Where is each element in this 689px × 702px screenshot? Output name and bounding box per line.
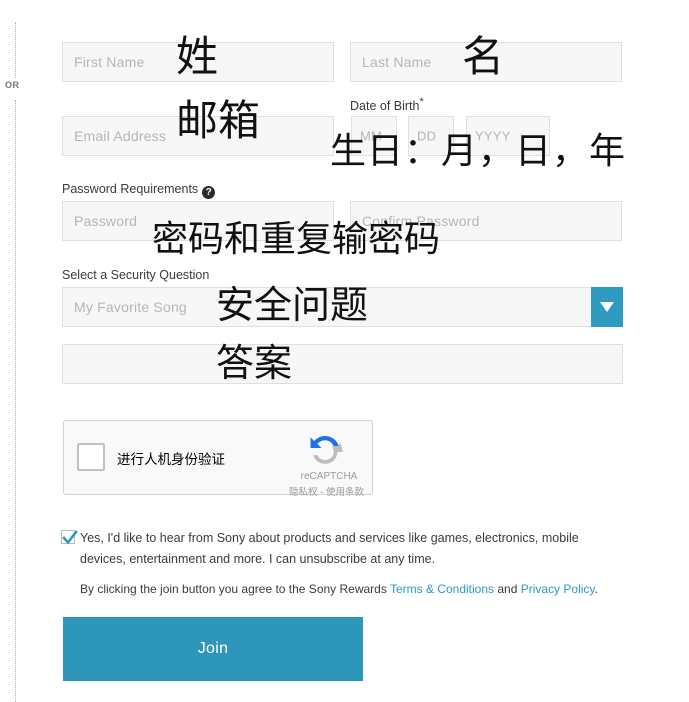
annotation-security-question: 安全问题 (216, 283, 369, 327)
first-name-placeholder: First Name (74, 54, 145, 70)
security-answer-input[interactable] (62, 344, 623, 384)
annotation-email: 邮箱 (176, 96, 261, 145)
password-requirements-label-text: Password Requirements (62, 182, 199, 196)
divider-line-top (15, 22, 16, 78)
recaptcha-checkbox[interactable] (77, 443, 105, 471)
email-placeholder: Email Address (74, 128, 167, 144)
date-of-birth-label-text: Date of Birth (350, 99, 420, 114)
join-button[interactable]: Join (63, 617, 363, 681)
terms-prefix: By clicking the join button you agree to… (80, 582, 390, 596)
recaptcha-legal-links[interactable]: 隐私权 - 使用条款 (259, 484, 364, 498)
date-of-birth-label: Date of Birth* (350, 96, 424, 113)
recaptcha-label: 进行人机身份验证 (117, 452, 225, 467)
help-icon[interactable]: ? (202, 186, 216, 199)
recaptcha-widget[interactable]: 进行人机身份验证 reCAPTCHA 隐私权 - 使用条款 (63, 420, 373, 498)
or-divider: OR (0, 0, 40, 702)
privacy-policy-link[interactable]: Privacy Policy (521, 582, 595, 596)
chevron-down-glyph (600, 302, 614, 312)
terms-and-conditions-text: By clicking the join button you agree to… (80, 580, 620, 598)
annotation-last-name: 名 (462, 32, 505, 81)
date-of-birth-required-mark: * (419, 96, 424, 108)
checkmark-icon (62, 530, 78, 545)
marketing-consent-text: Yes, I'd like to hear from Sony about pr… (80, 531, 579, 566)
terms-suffix: . (594, 582, 598, 596)
security-question-selected-value: My Favorite Song (74, 299, 187, 315)
annotation-first-name: 姓 (176, 32, 219, 81)
password-placeholder: Password (74, 213, 138, 229)
or-label: OR (5, 80, 20, 90)
recaptcha-brand-text: reCAPTCHA (300, 471, 358, 482)
password-requirements-label: Password Requirements? (62, 182, 216, 199)
annotation-security-answer: 答案 (216, 341, 293, 385)
annotation-date-of-birth: 生日：月，日，年 (330, 131, 627, 172)
marketing-consent-checkbox[interactable] (61, 530, 78, 545)
recaptcha-refresh-logo-icon (304, 429, 346, 471)
terms-middle: and (494, 582, 521, 596)
chevron-down-icon[interactable] (591, 287, 623, 327)
annotation-password: 密码和重复输密码 (152, 219, 441, 260)
security-question-label: Select a Security Question (62, 268, 210, 282)
terms-conditions-link[interactable]: Terms & Conditions (390, 582, 494, 596)
last-name-placeholder: Last Name (362, 54, 432, 70)
divider-line-bottom (15, 100, 16, 702)
